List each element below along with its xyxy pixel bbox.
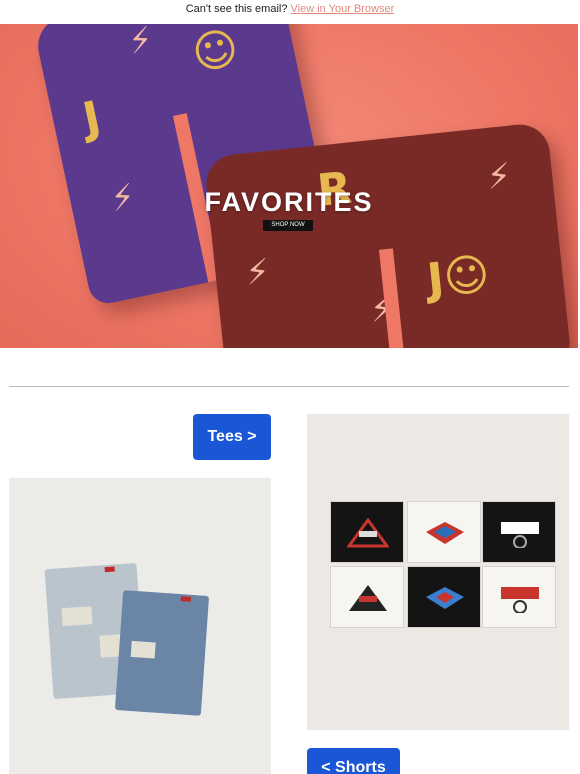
distressed-patch <box>130 640 156 659</box>
lightning-bolt-icon: ⚡ <box>368 289 397 330</box>
tee-product <box>330 501 404 563</box>
tee-product <box>407 501 481 563</box>
tee-product <box>482 566 556 628</box>
tee-graphic-icon <box>426 587 464 609</box>
tee-graphic-icon <box>347 518 389 548</box>
preheader: Can't see this email? View in Your Brows… <box>0 0 580 20</box>
lightning-bolt-icon: ⚡ <box>124 24 157 63</box>
tee-graphic-icon <box>501 522 539 548</box>
shorts-product-image[interactable] <box>9 478 271 774</box>
tee-graphic-icon <box>426 522 464 544</box>
distressed-patch <box>61 606 93 627</box>
jr-smiley-icon: J☺ <box>424 248 493 306</box>
tee-product <box>330 566 404 628</box>
maroon-shorts-image: J☺ R ⚡ ⚡ ⚡ <box>203 121 572 348</box>
shorts-button[interactable]: < Shorts <box>307 748 400 774</box>
section-divider <box>9 386 569 387</box>
tee-graphic-icon <box>349 585 387 611</box>
brand-tag <box>180 596 191 602</box>
jr-smiley-icon: ☺ <box>187 24 244 81</box>
lightning-bolt-icon: ⚡ <box>243 252 272 293</box>
hero-title: FAVORITES <box>204 187 374 217</box>
tee-product <box>407 566 481 628</box>
preheader-text: Can't see this email? <box>185 3 288 15</box>
tees-product-image[interactable] <box>307 414 569 730</box>
tees-button[interactable]: Tees > <box>193 414 271 460</box>
tee-graphic-icon <box>501 587 539 613</box>
shop-now-button[interactable]: SHOP NOW <box>263 220 313 231</box>
hero-banner[interactable]: J ☺ R ⚡ ⚡ J☺ R ⚡ ⚡ ⚡ FAVORITES SHOP NOW <box>0 24 578 348</box>
jr-smiley-icon: J <box>78 91 106 146</box>
brand-tag <box>104 566 115 573</box>
denim-short-medium <box>114 590 210 716</box>
tee-product <box>482 501 556 563</box>
view-in-browser-link[interactable]: View in Your Browser <box>291 3 395 15</box>
